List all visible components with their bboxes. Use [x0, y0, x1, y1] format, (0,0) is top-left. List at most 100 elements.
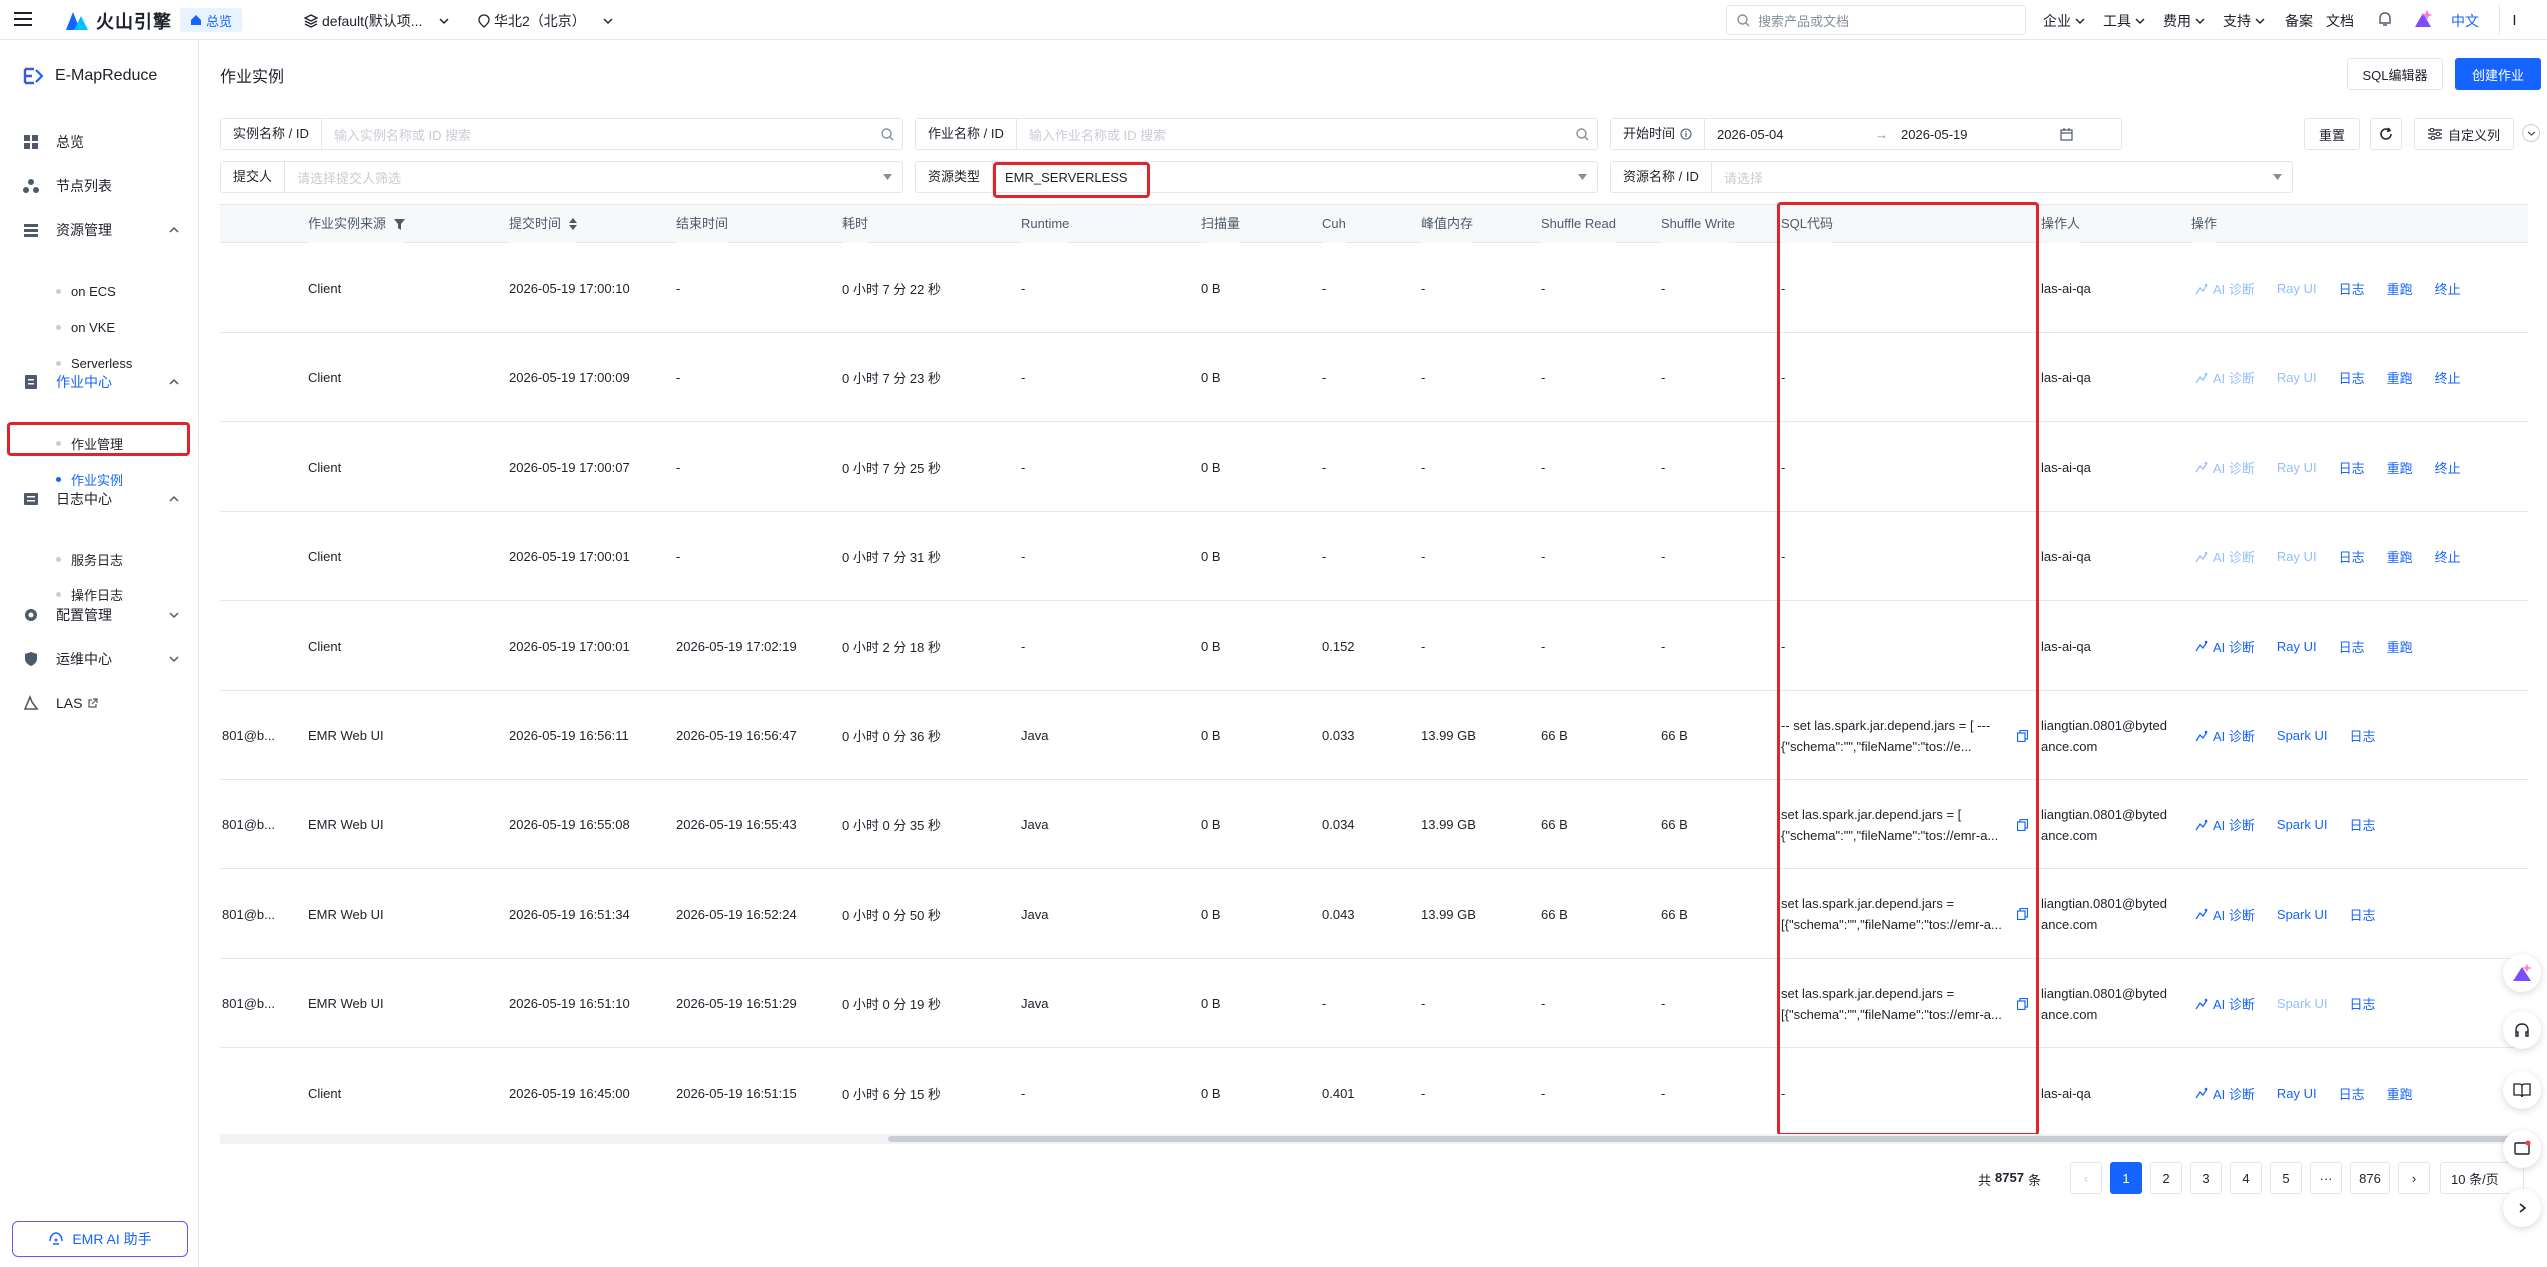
action-link[interactable]: AI 诊断	[2195, 458, 2255, 477]
action-link[interactable]: AI 诊断	[2195, 815, 2255, 834]
sidebar-item-job-center[interactable]: 作业中心	[0, 362, 199, 402]
start-time-filter[interactable]: 开始时间 2026-05-04 → 2026-05-19	[1610, 118, 2122, 150]
page-last[interactable]: 876	[2350, 1162, 2390, 1194]
action-link[interactable]: Ray UI	[2277, 281, 2317, 296]
avatar[interactable]: I	[2499, 5, 2529, 35]
language-switch[interactable]: 中文	[2451, 11, 2479, 31]
resource-type-select[interactable]: EMR_SERVERLESS	[993, 170, 1567, 185]
instance-filter[interactable]: 实例名称 / ID 输入实例名称或 ID 搜索	[220, 118, 903, 150]
action-link[interactable]: Spark UI	[2277, 728, 2328, 743]
calendar-icon[interactable]	[2051, 127, 2081, 141]
action-link[interactable]: 终止	[2435, 458, 2461, 477]
instance-filter-input[interactable]: 输入实例名称或 ID 搜索	[322, 125, 872, 144]
float-ai-icon[interactable]	[2503, 954, 2541, 992]
sidebar-item-nodes[interactable]: 节点列表	[0, 166, 199, 206]
resource-type-filter[interactable]: 资源类型 EMR_SERVERLESS	[915, 161, 1598, 193]
action-link[interactable]: 日志	[2339, 368, 2365, 387]
search-icon[interactable]	[872, 127, 902, 141]
menu-filing[interactable]: 备案	[2285, 11, 2313, 31]
float-book-icon[interactable]	[2503, 1071, 2541, 1109]
action-link[interactable]: 重跑	[2387, 279, 2413, 298]
copy-icon[interactable]	[2017, 908, 2028, 921]
page-1[interactable]: 1	[2110, 1162, 2142, 1194]
menu-docs[interactable]: 文档	[2326, 11, 2354, 31]
action-link[interactable]: AI 诊断	[2195, 1084, 2255, 1103]
action-link[interactable]: 重跑	[2387, 458, 2413, 477]
caret-down-icon[interactable]	[2262, 174, 2292, 180]
action-link[interactable]: 重跑	[2387, 637, 2413, 656]
action-link[interactable]: 日志	[2349, 905, 2375, 924]
action-link[interactable]: Ray UI	[2277, 460, 2317, 475]
copy-icon[interactable]	[2017, 729, 2028, 742]
action-link[interactable]: Spark UI	[2277, 817, 2328, 832]
emr-ai-assistant-button[interactable]: EMR AI 助手	[12, 1221, 188, 1257]
submitter-filter[interactable]: 提交人 请选择提交人筛选	[220, 161, 903, 193]
sql-editor-button[interactable]: SQL编辑器	[2347, 58, 2443, 90]
horizontal-scrollbar-thumb[interactable]	[888, 1136, 2528, 1142]
action-link[interactable]: 日志	[2339, 637, 2365, 656]
menu-enterprise[interactable]: 企业	[2043, 11, 2085, 31]
page-4[interactable]: 4	[2230, 1162, 2262, 1194]
action-link[interactable]: 日志	[2339, 547, 2365, 566]
action-link[interactable]: Ray UI	[2277, 370, 2317, 385]
action-link[interactable]: AI 诊断	[2195, 279, 2255, 298]
start-date-input[interactable]: 2026-05-04	[1705, 127, 1875, 142]
reset-button[interactable]: 重置	[2304, 118, 2360, 150]
page-ellipsis[interactable]: ···	[2310, 1162, 2342, 1194]
sidebar-item-log-center[interactable]: 日志中心	[0, 479, 199, 519]
resource-name-select[interactable]: 请选择	[1712, 168, 2262, 187]
collapse-filters-icon[interactable]	[2522, 124, 2540, 142]
prev-page-button[interactable]: ‹	[2070, 1162, 2102, 1194]
float-expand-icon[interactable]	[2503, 1189, 2541, 1227]
custom-columns-button[interactable]: 自定义列	[2414, 118, 2514, 150]
sidebar-item-overview[interactable]: 总览	[0, 122, 199, 162]
logo[interactable]: 火山引擎	[64, 8, 172, 34]
filter-icon[interactable]	[394, 218, 406, 230]
end-date-input[interactable]: 2026-05-19	[1901, 127, 2051, 142]
copy-icon[interactable]	[2017, 997, 2028, 1010]
project-selector[interactable]: default(默认项...	[304, 11, 450, 31]
page-3[interactable]: 3	[2190, 1162, 2222, 1194]
next-page-button[interactable]: ›	[2398, 1162, 2430, 1194]
page-size-select[interactable]: 10 条/页	[2440, 1162, 2524, 1194]
caret-down-icon[interactable]	[872, 174, 902, 180]
action-link[interactable]: 日志	[2349, 726, 2375, 745]
menu-icon[interactable]	[14, 11, 32, 27]
menu-tools[interactable]: 工具	[2103, 11, 2145, 31]
action-link[interactable]: 日志	[2349, 815, 2375, 834]
action-link[interactable]: AI 诊断	[2195, 994, 2255, 1013]
menu-support[interactable]: 支持	[2223, 11, 2265, 31]
menu-billing[interactable]: 费用	[2163, 11, 2205, 31]
action-link[interactable]: AI 诊断	[2195, 368, 2255, 387]
action-link[interactable]: 日志	[2339, 1084, 2365, 1103]
global-search[interactable]: 搜索产品或文档	[1726, 5, 2026, 35]
search-icon[interactable]	[1567, 127, 1597, 141]
sidebar-item-ops[interactable]: 运维中心	[0, 639, 199, 679]
create-job-button[interactable]: 创建作业	[2455, 58, 2541, 90]
caret-down-icon[interactable]	[1567, 174, 1597, 180]
float-headset-icon[interactable]	[2503, 1011, 2541, 1049]
ai-spark-icon[interactable]	[2413, 9, 2433, 29]
job-filter[interactable]: 作业名称 / ID 输入作业名称或 ID 搜索	[915, 118, 1598, 150]
action-link[interactable]: AI 诊断	[2195, 726, 2255, 745]
bell-icon[interactable]	[2377, 11, 2393, 28]
action-link[interactable]: AI 诊断	[2195, 547, 2255, 566]
submitter-filter-input[interactable]: 请选择提交人筛选	[285, 168, 872, 187]
sidebar-subitem-ecs[interactable]: on ECS	[0, 274, 199, 308]
action-link[interactable]: Spark UI	[2277, 907, 2328, 922]
action-link[interactable]: Ray UI	[2277, 549, 2317, 564]
sidebar-subitem-job-management[interactable]: 作业管理	[0, 426, 199, 460]
action-link[interactable]: 终止	[2435, 279, 2461, 298]
job-filter-input[interactable]: 输入作业名称或 ID 搜索	[1017, 125, 1567, 144]
action-link[interactable]: AI 诊断	[2195, 905, 2255, 924]
horizontal-scrollbar-track[interactable]	[220, 1134, 2528, 1144]
action-link[interactable]: 日志	[2339, 458, 2365, 477]
action-link[interactable]: 重跑	[2387, 1084, 2413, 1103]
sidebar-item-resources[interactable]: 资源管理	[0, 210, 199, 250]
home-tag[interactable]: 总览	[180, 8, 243, 32]
page-2[interactable]: 2	[2150, 1162, 2182, 1194]
resource-name-filter[interactable]: 资源名称 / ID 请选择	[1610, 161, 2293, 193]
sidebar-item-las[interactable]: LAS	[0, 683, 199, 723]
sidebar-item-config[interactable]: 配置管理	[0, 595, 199, 635]
action-link[interactable]: 终止	[2435, 547, 2461, 566]
